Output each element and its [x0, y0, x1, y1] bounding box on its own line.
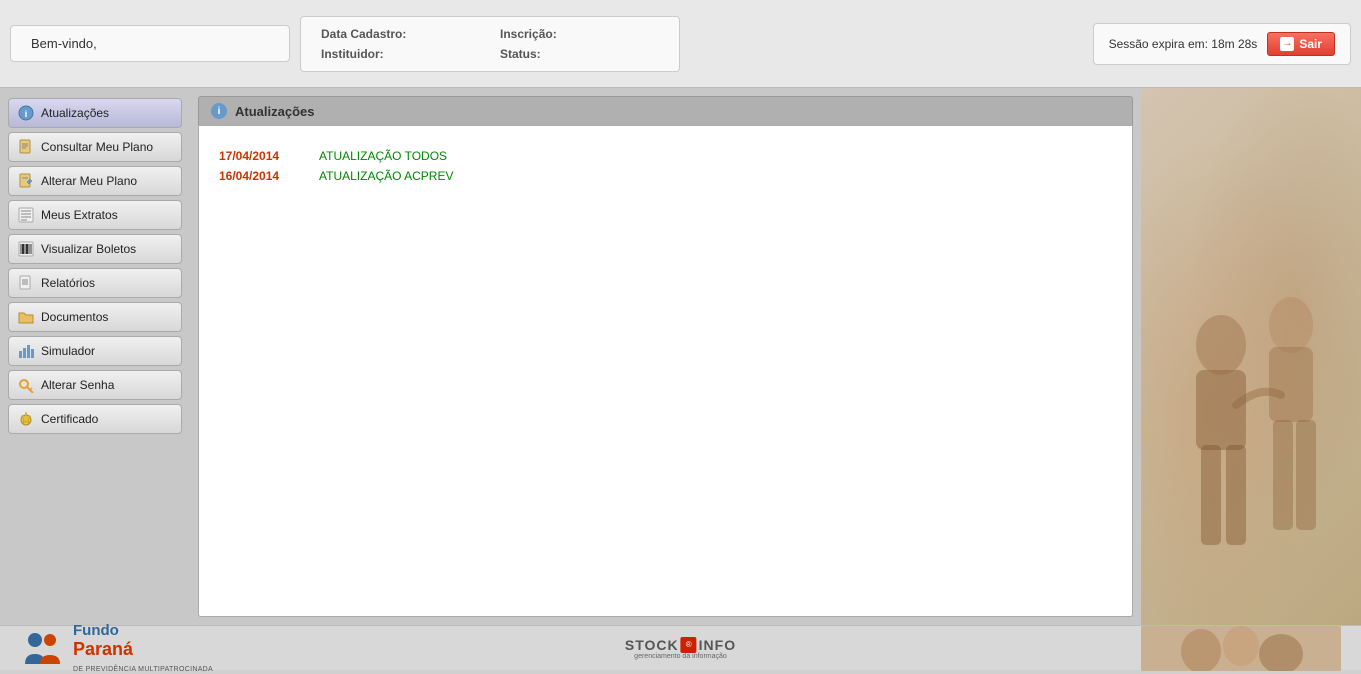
sidebar-item-alterar-senha[interactable]: Alterar Senha	[8, 370, 182, 400]
sidebar-label-atualizacoes: Atualizações	[41, 106, 109, 120]
sidebar-label-alterar-plano: Alterar Meu Plano	[41, 174, 137, 188]
sidebar-item-alterar-meu-plano[interactable]: Alterar Meu Plano	[8, 166, 182, 196]
data-cadastro-label: Data Cadastro:	[321, 27, 480, 41]
footer-right-image	[1141, 626, 1341, 671]
sidebar-item-atualizacoes[interactable]: i Atualizações	[8, 98, 182, 128]
barcode-icon	[17, 240, 35, 258]
sidebar-label-consultar: Consultar Meu Plano	[41, 140, 153, 154]
medal-icon	[17, 410, 35, 428]
update-text-0: ATUALIZAÇÃO TODOS	[319, 149, 447, 163]
sidebar-item-meus-extratos[interactable]: Meus Extratos	[8, 200, 182, 230]
sidebar-label-documentos: Documentos	[41, 310, 108, 324]
key-icon	[17, 376, 35, 394]
sidebar-label-certificado: Certificado	[41, 412, 98, 426]
content-body: 17/04/2014 ATUALIZAÇÃO TODOS 16/04/2014 …	[198, 125, 1133, 617]
update-text-1: ATUALIZAÇÃO ACPREV	[319, 169, 453, 183]
sidebar-label-extratos: Meus Extratos	[41, 208, 118, 222]
header-info-icon: i	[211, 103, 227, 119]
content-title: Atualizações	[235, 104, 314, 119]
parana-brand: Paraná	[73, 639, 133, 659]
sidebar-item-consultar-meu-plano[interactable]: Consultar Meu Plano	[8, 132, 182, 162]
fundo-sub: DE PREVIDÊNCIA MULTIPATROCINADA	[73, 666, 213, 673]
content-header: i Atualizações	[198, 96, 1133, 125]
list-icon	[17, 206, 35, 224]
sair-button[interactable]: Sair	[1267, 32, 1335, 56]
update-row-0: 17/04/2014 ATUALIZAÇÃO TODOS	[219, 146, 1112, 166]
instituidor-label: Instituidor:	[321, 47, 480, 61]
sidebar-label-relatorios: Relatórios	[41, 276, 95, 290]
session-box: Sessão expira em: 18m 28s Sair	[1093, 23, 1351, 65]
stock-info-logo: STOCK INFO	[625, 637, 736, 653]
svg-text:i: i	[25, 109, 28, 119]
footer-image-svg	[1141, 626, 1341, 671]
welcome-box: Bem-vindo,	[10, 25, 290, 62]
sidebar-item-relatorios[interactable]: Relatórios	[8, 268, 182, 298]
footer-logo: Fundo Paraná DE PREVIDÊNCIA MULTIPATROCI…	[20, 622, 213, 674]
folder-icon	[17, 308, 35, 326]
footer-center: STOCK INFO gerenciamento da informação	[625, 637, 736, 660]
update-date-0: 17/04/2014	[219, 149, 299, 163]
stock-text: STOCK	[625, 637, 679, 653]
main-container: i Atualizações Consultar Meu Plano	[0, 88, 1361, 625]
status-label: Status:	[500, 47, 659, 61]
welcome-text: Bem-vindo,	[31, 36, 97, 51]
fundo-text-group: Fundo Paraná DE PREVIDÊNCIA MULTIPATROCI…	[73, 622, 213, 674]
sidebar-item-documentos[interactable]: Documentos	[8, 302, 182, 332]
sidebar-label-simulador: Simulador	[41, 344, 95, 358]
chart-icon	[17, 342, 35, 360]
sidebar: i Atualizações Consultar Meu Plano	[0, 88, 190, 625]
update-row-1: 16/04/2014 ATUALIZAÇÃO ACPREV	[219, 166, 1112, 186]
sidebar-item-certificado[interactable]: Certificado	[8, 404, 182, 434]
right-image-area	[1141, 88, 1361, 625]
session-text: Sessão expira em: 18m 28s	[1109, 37, 1258, 51]
sidebar-item-visualizar-boletos[interactable]: Visualizar Boletos	[8, 234, 182, 264]
footer: Fundo Paraná DE PREVIDÊNCIA MULTIPATROCI…	[0, 625, 1361, 670]
sidebar-label-senha: Alterar Senha	[41, 378, 114, 392]
sidebar-label-boletos: Visualizar Boletos	[41, 242, 136, 256]
fundo-people-icon	[20, 626, 65, 671]
user-info-box: Data Cadastro: Inscrição: Instituidor: S…	[300, 16, 680, 72]
info-icon: i	[17, 104, 35, 122]
stock-registered-icon	[681, 637, 697, 653]
report-icon	[17, 274, 35, 292]
inscricao-label: Inscrição:	[500, 27, 659, 41]
edit-icon	[17, 172, 35, 190]
stock-sub-text: gerenciamento da informação	[634, 653, 727, 660]
sair-icon	[1280, 37, 1294, 51]
document-icon	[17, 138, 35, 156]
people-silhouette	[1141, 225, 1361, 625]
header: Bem-vindo, Data Cadastro: Inscrição: Ins…	[0, 0, 1361, 88]
update-date-1: 16/04/2014	[219, 169, 299, 183]
sidebar-item-simulador[interactable]: Simulador	[8, 336, 182, 366]
content-area: i Atualizações 17/04/2014 ATUALIZAÇÃO TO…	[190, 88, 1141, 625]
info-text: INFO	[699, 637, 736, 653]
